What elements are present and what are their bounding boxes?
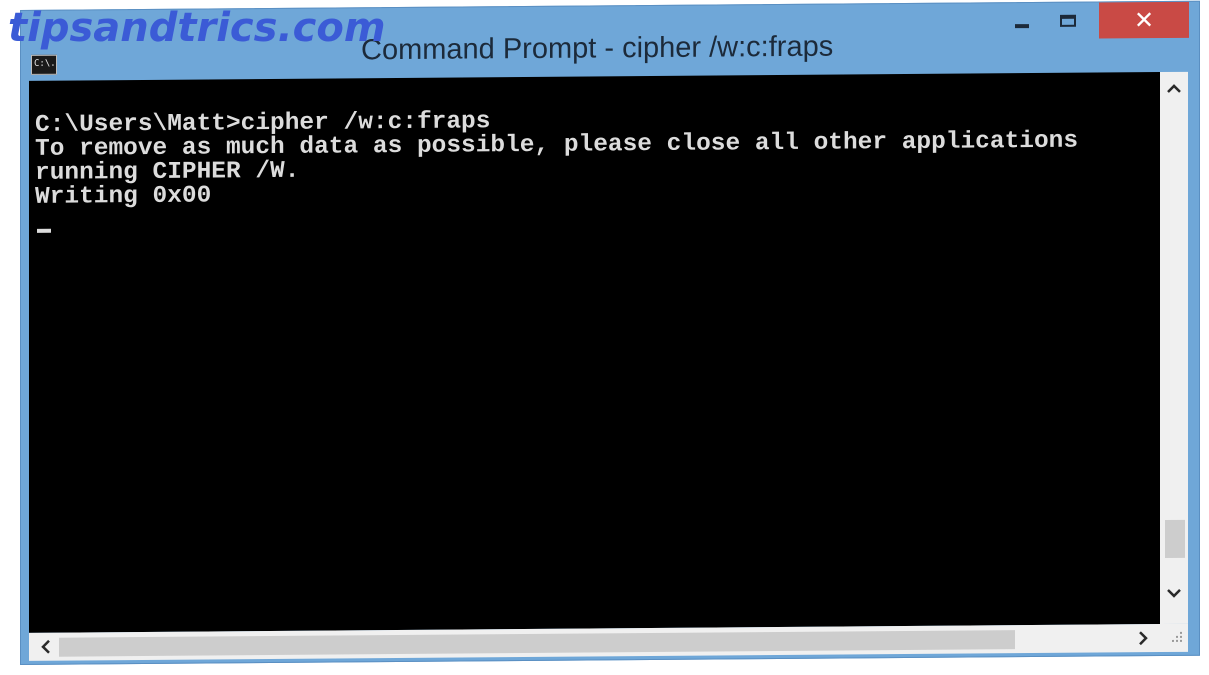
minimize-button[interactable] <box>999 3 1045 39</box>
vertical-scroll-thumb[interactable] <box>1165 519 1185 559</box>
cmd-app-icon[interactable]: C:\. <box>31 54 57 75</box>
command-prompt-window: C:\. Command Prompt - cipher /w:c:fraps … <box>20 0 1200 665</box>
window-title: Command Prompt - cipher /w:c:fraps <box>361 30 834 67</box>
scroll-right-icon[interactable] <box>1130 624 1156 652</box>
console-line-status: Writing 0x00 <box>35 182 212 211</box>
text-cursor <box>37 228 51 233</box>
close-button[interactable]: ✕ <box>1099 1 1189 39</box>
watermark-text: tipsandtrics.com <box>8 5 386 51</box>
vertical-scrollbar[interactable] <box>1160 71 1188 625</box>
resize-grip-icon[interactable] <box>1160 623 1188 653</box>
screenshot: tipsandtrics.com C:\. Command Prompt - c… <box>0 0 1209 675</box>
close-icon: ✕ <box>1133 6 1155 35</box>
scroll-down-icon[interactable] <box>1160 580 1188 606</box>
scroll-up-icon[interactable] <box>1160 76 1188 102</box>
scroll-left-icon[interactable] <box>33 633 59 661</box>
horizontal-scroll-thumb[interactable] <box>59 630 1015 657</box>
maximize-button[interactable] <box>1045 3 1091 39</box>
console-output[interactable]: C:\Users\Matt>cipher /w:c:fraps To remov… <box>29 72 1160 633</box>
maximize-icon <box>1060 14 1076 27</box>
minimize-icon <box>1015 24 1029 29</box>
